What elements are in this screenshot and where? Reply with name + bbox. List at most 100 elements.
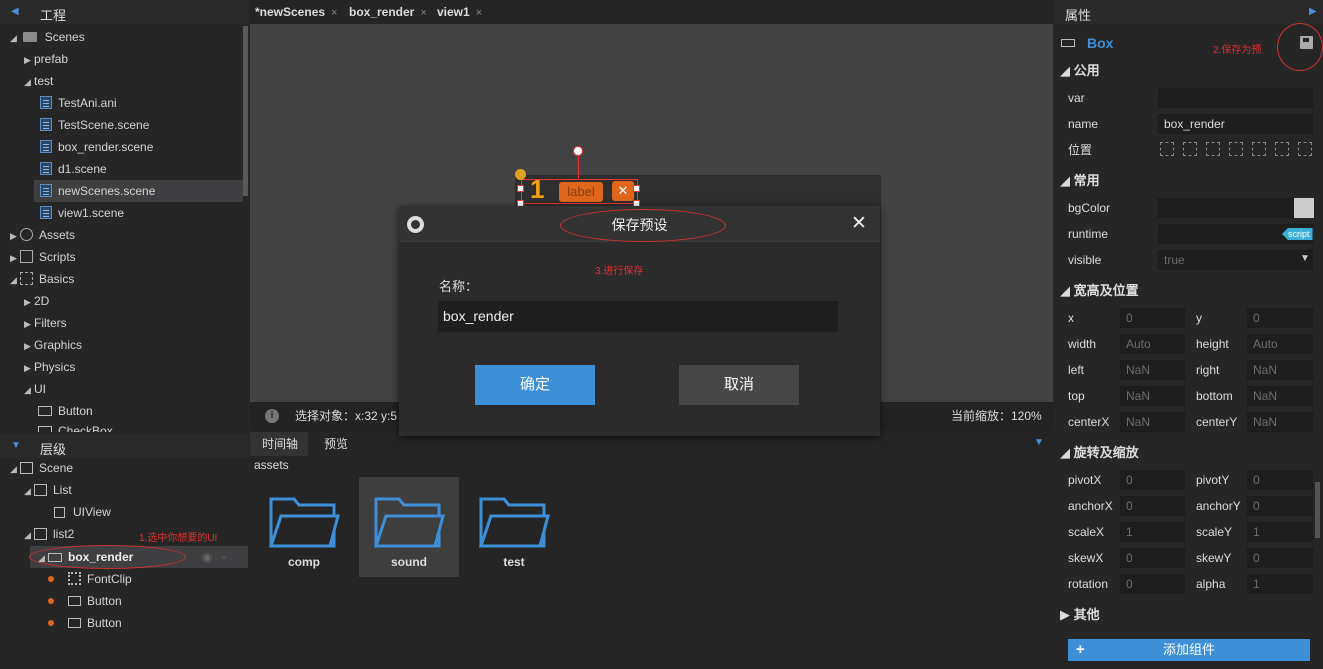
expand-down-icon[interactable]: ◢ (10, 269, 20, 291)
section-rotate[interactable]: ◢ 旋转及缩放 (1060, 443, 1139, 463)
bottom-field[interactable]: NaN (1247, 386, 1313, 406)
align-right-icon[interactable] (1206, 142, 1220, 156)
align-left-icon[interactable] (1160, 142, 1174, 156)
tab-close-icon[interactable]: × (420, 7, 426, 19)
cancel-button[interactable]: 取消 (679, 365, 799, 405)
tree-item-assets[interactable]: ▶ Assets (10, 224, 75, 246)
top-field[interactable]: NaN (1120, 386, 1185, 406)
tree-item-ui[interactable]: ◢ UI (24, 378, 46, 400)
bgcolor-field[interactable] (1158, 198, 1313, 218)
tree-item-2d[interactable]: ▶ 2D (24, 290, 49, 312)
folder-test[interactable]: test (464, 477, 564, 577)
section-usual[interactable]: ◢ 常用 (1060, 171, 1100, 191)
tree-item-scenes[interactable]: ◢ Scenes (10, 26, 85, 48)
tree-item-physics[interactable]: ▶ Physics (24, 356, 75, 378)
hier-item-fontclip[interactable]: FontClip (48, 568, 132, 590)
tree-item-basics[interactable]: ◢ Basics (10, 268, 74, 290)
tree-item-checkbox[interactable]: CheckBox (38, 420, 113, 432)
close-icon[interactable]: ✕ (851, 212, 867, 235)
script-tag[interactable]: script (1282, 228, 1313, 240)
rotate-handle[interactable] (573, 146, 583, 156)
tab-close-icon[interactable]: × (331, 7, 337, 19)
width-field[interactable]: Auto (1120, 334, 1185, 354)
alpha-field[interactable]: 1 (1247, 574, 1313, 594)
expand-right-icon[interactable]: ▶ (10, 247, 20, 269)
name-prop-field[interactable]: box_render (1158, 114, 1313, 134)
hier-item-list2[interactable]: ◢ list2 (24, 523, 74, 545)
resize-handle[interactable] (633, 185, 640, 192)
eye-icon[interactable]: ◉ (202, 546, 212, 568)
hier-item-uiview[interactable]: UIView (54, 501, 111, 523)
expand-down-icon[interactable]: ◢ (24, 524, 34, 546)
tree-item-prefab[interactable]: ▶ prefab (24, 48, 68, 70)
skewx-field[interactable]: 0 (1120, 548, 1185, 568)
collapse-right-icon[interactable]: ▶ (1309, 6, 1317, 17)
tab-box-render[interactable]: box_render × (349, 0, 427, 24)
expand-down-icon[interactable]: ◢ (24, 480, 34, 502)
centerx-field[interactable]: NaN (1120, 412, 1185, 432)
expand-down-icon[interactable]: ◢ (10, 458, 20, 480)
tab-preview[interactable]: 预览 (318, 432, 358, 456)
expand-right-icon[interactable]: ▶ (10, 225, 20, 247)
anchorx-field[interactable]: 0 (1120, 496, 1185, 516)
project-scrollbar[interactable] (243, 26, 248, 196)
align-full-icon[interactable] (1298, 142, 1312, 156)
tree-item-scripts[interactable]: ▶ Scripts (10, 246, 76, 268)
expand-right-icon[interactable]: ▶ (24, 49, 34, 71)
skewy-field[interactable]: 0 (1247, 548, 1313, 568)
expand-down-icon[interactable]: ◢ (24, 71, 34, 93)
tree-item-d1-scene[interactable]: d1.scene (40, 158, 107, 180)
scaley-field[interactable]: 1 (1247, 522, 1313, 542)
expand-down-icon[interactable]: ◢ (10, 27, 20, 49)
tree-item-testscene[interactable]: TestScene.scene (40, 114, 149, 136)
expand-right-icon[interactable]: ▶ (24, 335, 34, 357)
hier-item-button-2[interactable]: Button (48, 612, 122, 634)
hier-item-button-1[interactable]: Button (48, 590, 122, 612)
expand-right-icon[interactable]: ▶ (24, 313, 34, 335)
visible-select[interactable]: true (1158, 250, 1313, 270)
expand-right-icon[interactable]: ▶ (24, 291, 34, 313)
hier-item-list[interactable]: ◢ List (24, 479, 72, 501)
tree-item-view1-scene[interactable]: view1.scene (40, 202, 124, 224)
panel-menu-icon[interactable]: ▼ (1034, 437, 1044, 448)
right-field[interactable]: NaN (1247, 360, 1313, 380)
expand-right-icon[interactable]: ▶ (24, 357, 34, 379)
tree-item-button[interactable]: Button (38, 400, 93, 422)
add-component-button[interactable]: + 添加组件 (1068, 639, 1310, 661)
tree-item-filters[interactable]: ▶ Filters (24, 312, 67, 334)
folder-comp[interactable]: comp (254, 477, 354, 577)
ok-button[interactable]: 确定 (475, 365, 595, 405)
expand-down-icon[interactable]: ◢ (24, 379, 34, 401)
tab-newscenes[interactable]: *newScenes × (255, 0, 337, 24)
var-field[interactable] (1158, 88, 1313, 108)
scalex-field[interactable]: 1 (1120, 522, 1185, 542)
y-field[interactable]: 0 (1247, 308, 1313, 328)
centery-field[interactable]: NaN (1247, 412, 1313, 432)
tree-item-box-render-scene[interactable]: box_render.scene (40, 136, 153, 158)
props-scrollbar[interactable] (1315, 482, 1320, 538)
tree-item-test[interactable]: ◢ test (24, 70, 53, 92)
align-middle-icon[interactable] (1252, 142, 1266, 156)
hier-item-scene[interactable]: ◢ Scene (10, 457, 73, 479)
align-bottom-icon[interactable] (1275, 142, 1289, 156)
folder-sound[interactable]: sound (359, 477, 459, 577)
align-center-icon[interactable] (1183, 142, 1197, 156)
height-field[interactable]: Auto (1247, 334, 1313, 354)
resize-handle[interactable] (517, 185, 524, 192)
name-field[interactable]: box_render (438, 301, 838, 332)
section-common[interactable]: ◢ 公用 (1060, 61, 1100, 81)
pivoty-field[interactable]: 0 (1247, 470, 1313, 490)
lock-icon[interactable]: ▫ (222, 546, 226, 568)
tab-timeline[interactable]: 时间轴 (250, 432, 308, 456)
collapse-left-icon[interactable]: ◀ (11, 6, 19, 17)
tab-view1[interactable]: view1 × (437, 0, 482, 24)
rotation-field[interactable]: 0 (1120, 574, 1185, 594)
x-field[interactable]: 0 (1120, 308, 1185, 328)
align-top-icon[interactable] (1229, 142, 1243, 156)
tree-item-testani[interactable]: TestAni.ani (40, 92, 117, 114)
pivotx-field[interactable]: 0 (1120, 470, 1185, 490)
collapse-down-icon[interactable]: ▼ (11, 440, 21, 451)
anchory-field[interactable]: 0 (1247, 496, 1313, 516)
left-field[interactable]: NaN (1120, 360, 1185, 380)
tree-item-graphics[interactable]: ▶ Graphics (24, 334, 82, 356)
